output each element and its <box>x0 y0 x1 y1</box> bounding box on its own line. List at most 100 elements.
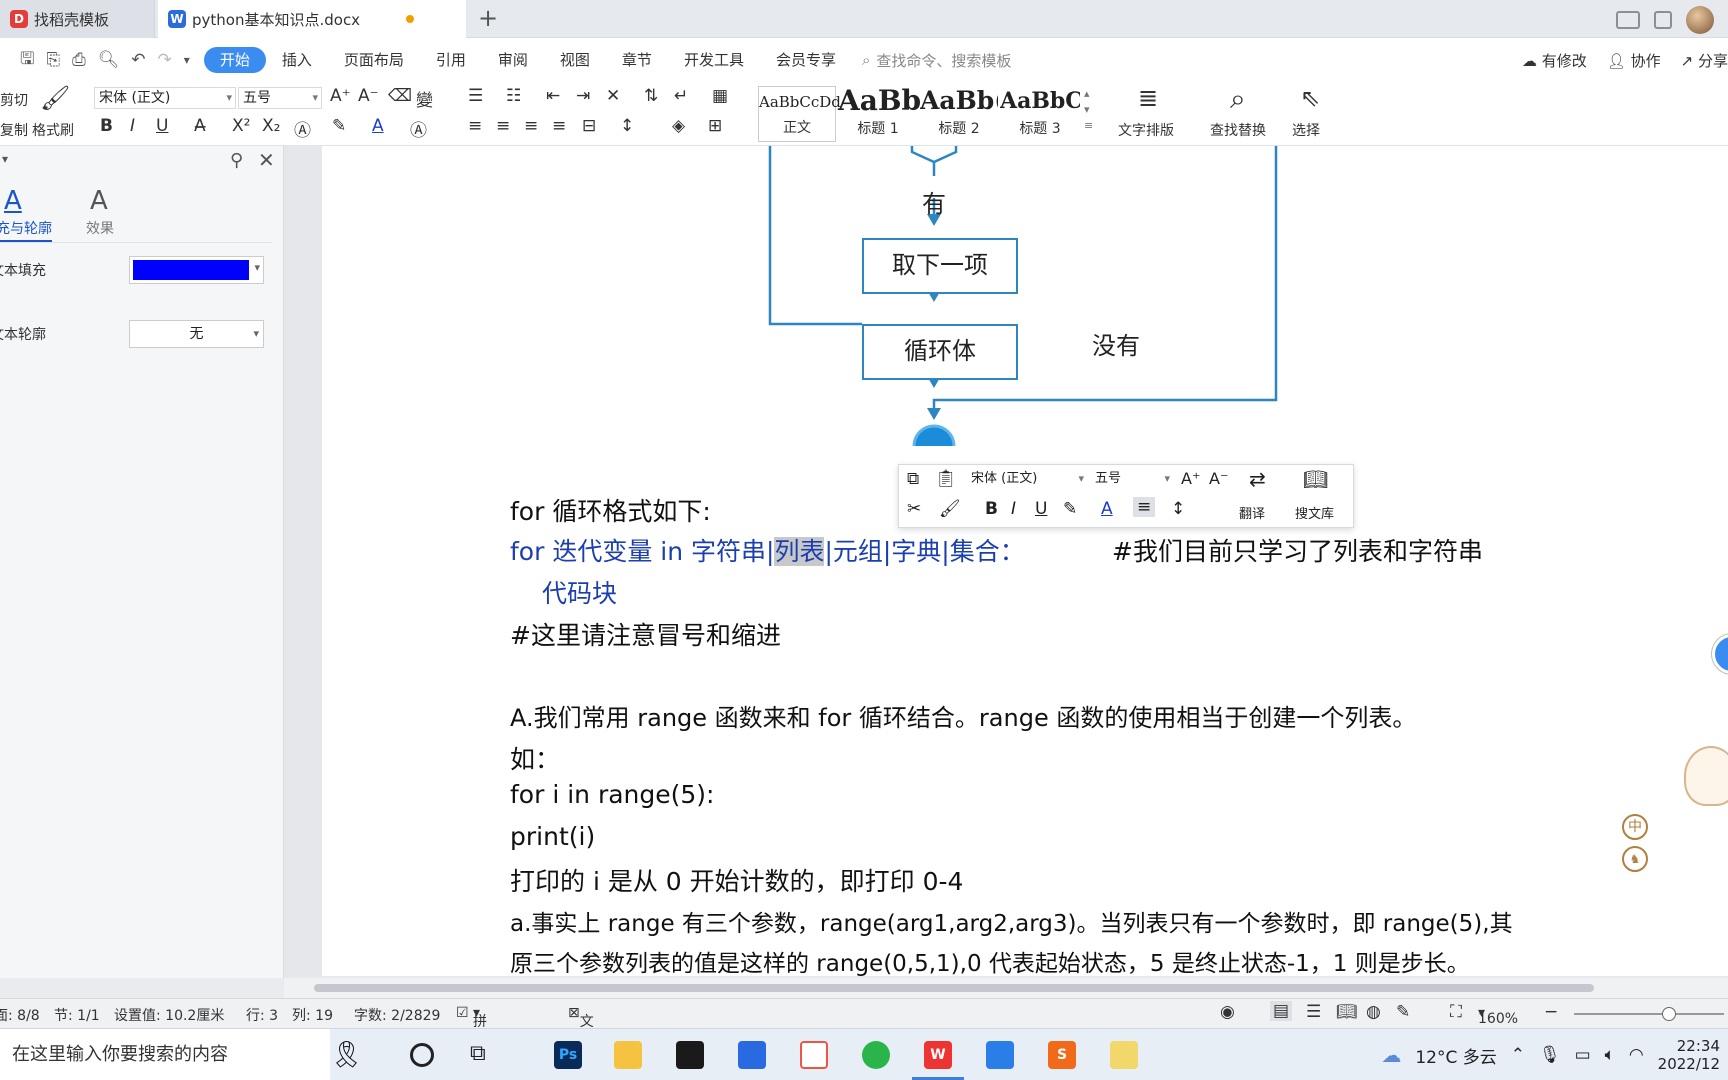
read-view-icon[interactable]: 📖︎ <box>1336 1002 1358 1022</box>
new-tab-button[interactable]: + <box>478 4 498 32</box>
cut-icon[interactable]: ✂ <box>907 499 921 519</box>
font-color-icon[interactable]: A <box>372 116 384 136</box>
web-view-icon[interactable]: ◍ <box>1366 1002 1381 1022</box>
align-icon[interactable]: ≡ <box>1133 497 1156 517</box>
save-icon[interactable]: 🖫 <box>20 46 34 75</box>
menu-member[interactable]: 会员专享 <box>760 47 852 73</box>
style-heading-1[interactable]: AaBb 标题 1 <box>838 86 921 142</box>
underline-icon[interactable]: U <box>1035 499 1047 519</box>
align-center-icon[interactable]: ≡ <box>496 116 510 136</box>
spell-check-button[interactable]: ☑ 拼写检查 ▾ <box>456 1005 487 1080</box>
wechat-icon[interactable] <box>862 1041 890 1069</box>
select-label[interactable]: 选择 <box>1292 120 1320 140</box>
justify-icon[interactable]: ≡ <box>552 116 566 136</box>
format-painter-icon[interactable]: 🖌︎ <box>40 84 70 112</box>
borders-icon[interactable]: ⊞ <box>708 116 722 136</box>
copy-icon[interactable]: ⧉ <box>907 469 919 489</box>
wifi-icon[interactable]: ◠ <box>1629 1045 1644 1065</box>
style-heading-3[interactable]: AaBbC( 标题 3 <box>1000 86 1080 142</box>
redo-icon[interactable]: ↷ <box>158 50 172 70</box>
file-explorer-icon[interactable] <box>614 1041 642 1069</box>
text-effect-icon[interactable]: Ⓐ <box>294 116 311 141</box>
mail-icon[interactable] <box>986 1041 1014 1069</box>
text-layout-label[interactable]: 文字排版 <box>1118 120 1174 140</box>
menu-page-layout[interactable]: 页面布局 <box>328 47 420 73</box>
phonetic-icon[interactable]: 變 <box>416 86 433 111</box>
zoom-slider[interactable] <box>1574 1013 1724 1015</box>
styles-scroll-icon[interactable]: ▴ ▾ ≡ <box>1084 86 1093 134</box>
bold-icon[interactable]: B <box>985 499 998 519</box>
outline-view-icon[interactable]: ☰ <box>1306 1002 1321 1022</box>
apps-grid-icon[interactable] <box>1654 11 1672 29</box>
align-left-icon[interactable]: ≡ <box>468 116 482 136</box>
translate-label[interactable]: 翻译 <box>1239 503 1265 522</box>
volume-icon[interactable]: 🔈︎ <box>1605 1045 1615 1065</box>
show-marks-icon[interactable]: ↵ <box>674 86 688 106</box>
grow-font-icon[interactable]: A⁺ <box>1181 469 1200 488</box>
effect-icon[interactable]: A <box>90 186 108 216</box>
find-replace-label[interactable]: 查找替换 <box>1210 120 1266 140</box>
zoom-out-icon[interactable]: − <box>1544 1002 1558 1022</box>
collab-button[interactable]: 👤︎ 协作 <box>1607 50 1661 71</box>
highlight-icon[interactable]: ✎ <box>332 116 346 136</box>
close-icon[interactable]: ✕ <box>258 148 275 172</box>
store-icon[interactable] <box>738 1041 766 1069</box>
terminal-icon[interactable] <box>676 1041 704 1069</box>
zoom-level[interactable]: 160% ▾ <box>1478 1005 1518 1027</box>
tab-document[interactable]: W python基本知识点.docx <box>158 0 466 38</box>
python-file-icon[interactable] <box>1110 1041 1138 1069</box>
clock[interactable]: 22:34 2022/12 <box>1658 1037 1720 1073</box>
shrink-font-icon[interactable]: A⁻ <box>1209 469 1228 488</box>
mini-font-size[interactable]: 五号 <box>1091 469 1173 491</box>
pin-icon[interactable]: ⚲ <box>230 150 243 171</box>
taskbar-search[interactable]: 在这里输入你要搜索的内容 🎗︎ <box>0 1029 363 1080</box>
style-normal[interactable]: AaBbCcDd 正文 <box>758 86 841 142</box>
menu-home[interactable]: 开始 <box>203 47 266 73</box>
scroll-thumb[interactable] <box>314 984 1594 992</box>
print-icon[interactable]: ⎙ <box>72 50 86 70</box>
pane-menu-icon[interactable]: ▾ <box>2 152 8 166</box>
bullets-icon[interactable]: ☰ <box>468 86 483 106</box>
underline-icon[interactable]: U <box>156 116 168 136</box>
decrease-indent-icon[interactable]: ⇤ <box>546 86 560 106</box>
italic-icon[interactable]: I <box>130 116 135 136</box>
cortana-icon[interactable] <box>410 1043 434 1067</box>
menu-insert[interactable]: 插入 <box>266 47 328 73</box>
bold-icon[interactable]: B <box>100 116 113 136</box>
eye-protect-icon[interactable]: ◉ <box>1220 1002 1235 1022</box>
font-name-select[interactable]: 宋体 (正文) <box>94 87 236 109</box>
share-button[interactable]: ↗ 分享 <box>1681 50 1728 71</box>
shading-icon[interactable]: ◈ <box>672 116 685 136</box>
command-search[interactable]: ⌕ 查找命令、搜索模板 <box>862 50 1011 71</box>
chevron-up-icon[interactable]: ⌃ <box>1511 1045 1525 1065</box>
task-view-icon[interactable]: ⧉ <box>470 1041 486 1066</box>
modified-button[interactable]: ☁ 有修改 <box>1522 50 1587 71</box>
cut-button[interactable]: 剪切 <box>0 90 28 110</box>
mini-font-name[interactable]: 宋体 (正文) <box>967 469 1087 491</box>
avatar[interactable] <box>1686 6 1714 34</box>
font-size-select[interactable]: 五号 <box>238 87 322 109</box>
page-view-icon[interactable]: ▤ <box>1270 1001 1293 1021</box>
sort-icon[interactable]: ⇅ <box>644 86 658 106</box>
search-lib-label[interactable]: 搜文库 <box>1295 503 1334 522</box>
line-spacing-icon[interactable]: ↕ <box>620 116 634 136</box>
photoshop-icon[interactable]: Ps <box>554 1041 582 1069</box>
status-words[interactable]: 字数: 2/2829 <box>354 1005 440 1025</box>
ime-skin-icon[interactable]: ♞ <box>1622 846 1648 872</box>
align-right-icon[interactable]: ≡ <box>524 116 538 136</box>
weather-text[interactable]: 12°C 多云 <box>1415 1043 1496 1068</box>
strikethrough-icon[interactable]: A̶ <box>194 116 206 136</box>
menu-chapter[interactable]: 章节 <box>606 47 668 73</box>
menu-references[interactable]: 引用 <box>420 47 482 73</box>
fill-outline-icon[interactable]: A <box>4 186 22 216</box>
export-icon[interactable]: ⎘ <box>46 50 60 70</box>
highlight-icon[interactable]: ✎ <box>1063 499 1077 519</box>
text-layout-icon[interactable]: ≣ <box>1138 84 1158 112</box>
horizontal-scrollbar[interactable] <box>284 978 1728 998</box>
sogou-icon[interactable]: S <box>1048 1041 1076 1069</box>
menu-developer[interactable]: 开发工具 <box>668 47 760 73</box>
format-painter-label[interactable]: 格式刷 <box>32 120 74 140</box>
select-cursor-icon[interactable]: ⇖ <box>1300 84 1320 112</box>
style-heading-2[interactable]: AaBb( 标题 2 <box>920 86 998 142</box>
menu-review[interactable]: 审阅 <box>482 47 544 73</box>
